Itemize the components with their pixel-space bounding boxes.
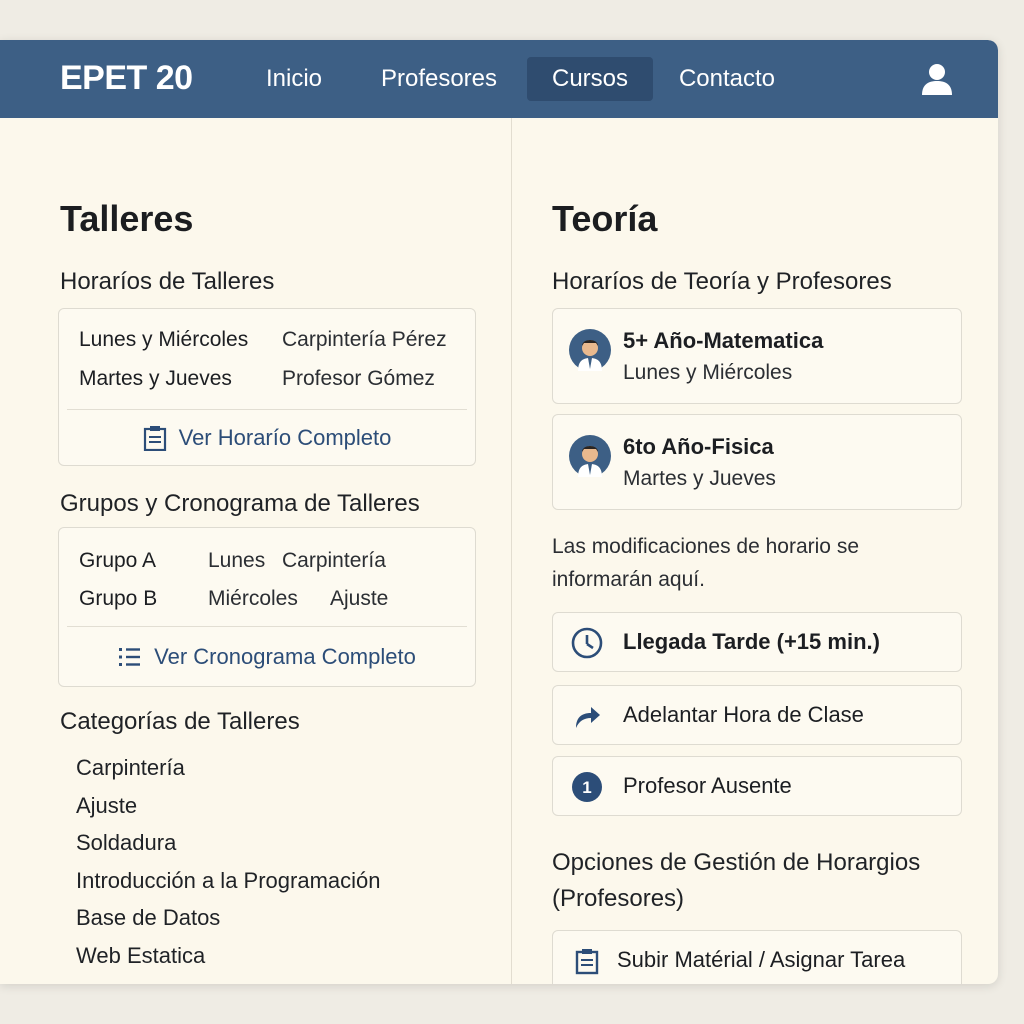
gestion-heading: Opciones de Gestión de Horargios (Profes… <box>552 849 921 912</box>
adelantar-hora-button[interactable]: Adelantar Hora de Clase <box>552 685 962 745</box>
user-icon[interactable] <box>920 62 954 96</box>
adelantar-hora-label: Adelantar Hora de Clase <box>623 702 864 727</box>
svg-text:1: 1 <box>582 778 591 797</box>
app-window: EPET 20 Inicio Profesores Cursos Contact… <box>0 40 998 984</box>
ver-horario-completo-label: Ver Horarío Completo <box>178 425 392 450</box>
ver-horario-completo-link[interactable]: Ver Horarío Completo <box>59 410 475 466</box>
card-divider <box>67 626 467 627</box>
brand-logo[interactable]: EPET 20 <box>60 59 193 98</box>
grupo-day: Miércoles <box>208 587 298 610</box>
categoria-item[interactable]: Soldadura <box>76 830 381 868</box>
nav-item-cursos[interactable]: Cursos <box>527 57 653 101</box>
llegada-tarde-button[interactable]: Llegada Tarde (+15 min.) <box>552 612 962 672</box>
categorias-heading: Categorías de Talleres <box>60 708 300 735</box>
schedule-notice: Las modificaciones de horario se informa… <box>552 535 860 591</box>
professor-avatar-icon <box>569 329 611 371</box>
categoria-item[interactable]: Carpintería <box>76 755 381 793</box>
grupo-detail: Ajuste <box>330 587 389 610</box>
grupo-detail: Carpintería <box>282 549 386 572</box>
talleres-heading: Talleres <box>60 198 194 239</box>
nav-item-inicio[interactable]: Inicio <box>248 57 340 101</box>
ver-cronograma-completo-label: Ver Cronograma Completo <box>154 644 416 669</box>
column-divider <box>511 118 512 984</box>
teoria-heading: Teoría <box>552 198 658 239</box>
nav-item-profesores[interactable]: Profesores <box>366 57 512 101</box>
forward-arrow-icon <box>576 707 600 728</box>
professor-schedule: Martes y Jueves <box>623 467 776 490</box>
grupo-name: Grupo B <box>79 587 158 610</box>
professor-schedule: Lunes y Miércoles <box>623 361 793 384</box>
categoria-item[interactable]: Base de Datos <box>76 905 381 943</box>
clipboard-icon <box>143 426 166 451</box>
professor-card[interactable]: 5+ Año-Matematica Lunes y Miércoles <box>552 308 962 404</box>
horarios-talleres-card: Lunes y Miércoles Carpintería Pérez Mart… <box>58 308 476 466</box>
profesor-ausente-button[interactable]: 1 Profesor Ausente <box>552 756 962 816</box>
professor-title: 5+ Año-Matematica <box>623 328 824 353</box>
clock-icon <box>571 627 603 659</box>
llegada-tarde-label: Llegada Tarde (+15 min.) <box>623 629 880 654</box>
grupo-day: Lunes <box>208 549 266 572</box>
subir-material-button[interactable]: Subir Matérial / Asignar Tarea <box>552 930 962 984</box>
list-icon <box>119 648 141 666</box>
clipboard-icon <box>575 949 599 975</box>
grupo-name: Grupo A <box>79 549 157 572</box>
number-one-icon: 1 <box>572 772 602 802</box>
categorias-list: Carpintería Ajuste Soldadura Introducció… <box>76 755 381 981</box>
categoria-item[interactable]: Web Estatica <box>76 943 381 981</box>
horario-day: Lunes y Miércoles <box>79 328 249 351</box>
grupos-card: Grupo A Lunes Carpintería Grupo B Miérco… <box>58 527 476 687</box>
top-navbar: EPET 20 Inicio Profesores Cursos Contact… <box>0 40 998 118</box>
ver-cronograma-completo-link[interactable]: Ver Cronograma Completo <box>59 629 475 685</box>
horarios-talleres-heading: Horaríos de Talleres <box>60 268 275 295</box>
categoria-item[interactable]: Ajuste <box>76 793 381 831</box>
grupos-heading: Grupos y Cronograma de Talleres <box>60 490 420 517</box>
profesor-ausente-label: Profesor Ausente <box>623 773 792 798</box>
horario-detail: Profesor Gómez <box>282 367 435 390</box>
categoria-item[interactable]: Introducción a la Programación <box>76 868 381 906</box>
nav-item-contacto[interactable]: Contacto <box>668 57 786 101</box>
professor-avatar-icon <box>569 435 611 477</box>
professor-card[interactable]: 6to Año-Fisica Martes y Jueves <box>552 414 962 510</box>
horario-day: Martes y Jueves <box>79 367 232 390</box>
horarios-teoria-heading: Horaríos de Teoría y Profesores <box>552 268 892 295</box>
subir-material-label: Subir Matérial / Asignar Tarea <box>617 947 906 972</box>
horario-detail: Carpintería Pérez <box>282 328 447 351</box>
professor-title: 6to Año-Fisica <box>623 434 774 459</box>
